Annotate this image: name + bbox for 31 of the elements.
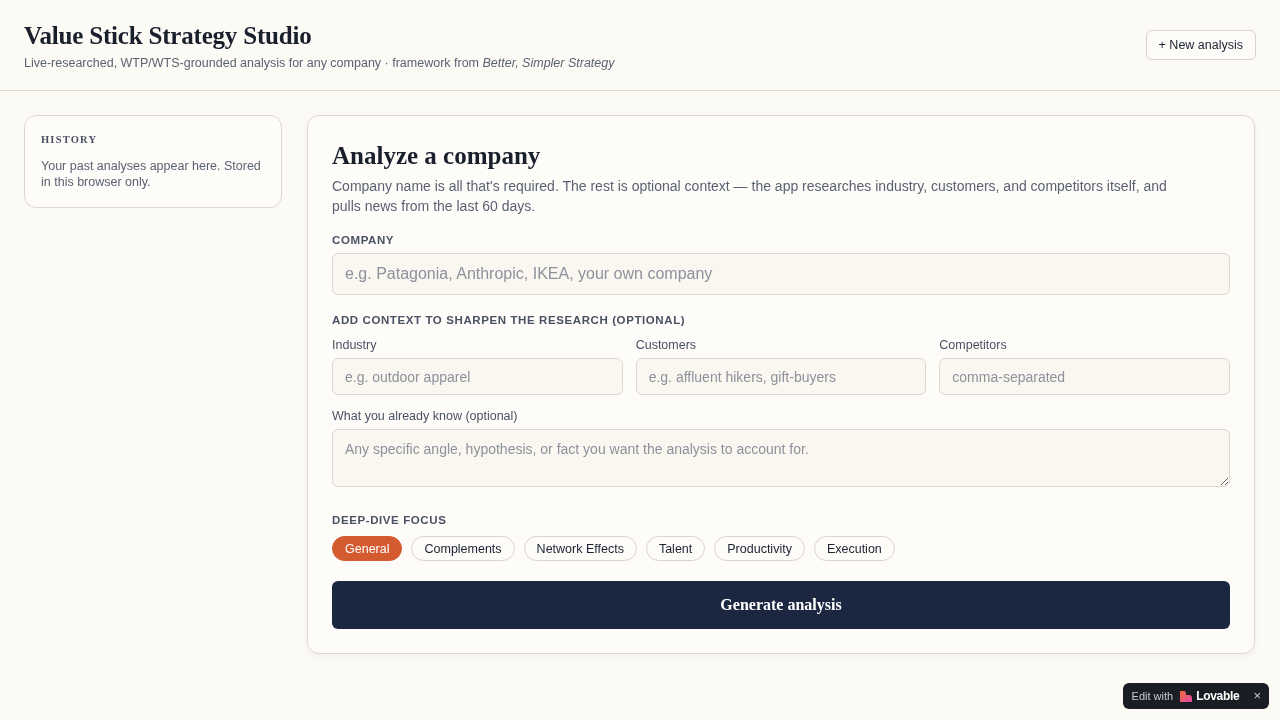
close-button[interactable]: × [1251,689,1263,703]
history-text: Your past analyses appear here. Stored in this browser only. [41,158,262,190]
focus-chip[interactable]: Productivity [714,536,805,561]
company-label: COMPANY [332,233,396,247]
focus-heading: DEEP-DIVE FOCUS [332,513,448,527]
field-label: Competitors [939,337,1008,353]
notes-label: What you already know (optional) [332,408,519,424]
field-label: Customers [635,337,698,353]
notes-textarea[interactable]: Any specific angle, hypothesis, or fact you want the analysis to account for. [332,429,1230,487]
context-input[interactable]: comma-separated [939,358,1230,395]
field-label: Industry [332,337,378,353]
app-title: Value Stick Strategy Studio [24,22,313,50]
focus-chip[interactable]: Execution [813,536,895,561]
form-description: Company name is all that's required. The rest is optional context — the app researches industry, customers, and competitors itself, and pulls news from the last 60 days. [332,177,1168,216]
focus-chip[interactable]: General [332,536,403,561]
edit-badge[interactable]: Edit with Lovable × [1122,683,1269,709]
logo-icon [1180,690,1193,702]
context-input[interactable]: e.g. affluent hikers, gift-buyers [635,358,927,395]
focus-chip[interactable]: Complements [411,536,515,561]
history-heading: HISTORY [41,133,99,147]
company-input[interactable]: e.g. Patagonia, Anthropic, IKEA, your own company [332,253,1230,295]
new-analysis-button[interactable]: + New analysis [1145,30,1256,60]
app-subtitle: Live-researched, WTP/WTS-grounded analysis for any company · framework from Better, Simpler Strategy [24,55,615,72]
context-input[interactable]: e.g. outdoor apparel [332,358,623,395]
badge-prefix: Edit with [1131,690,1174,702]
focus-chip[interactable]: Talent [645,536,706,561]
context-heading: ADD CONTEXT TO SHARPEN THE RESEARCH (OPTIONAL) [332,313,687,327]
form-title: Analyze a company [332,142,542,170]
focus-chip[interactable]: Network Effects [523,536,637,561]
generate-button[interactable]: Generate analysis [332,581,1230,629]
badge-brand: Lovable [1196,689,1240,703]
